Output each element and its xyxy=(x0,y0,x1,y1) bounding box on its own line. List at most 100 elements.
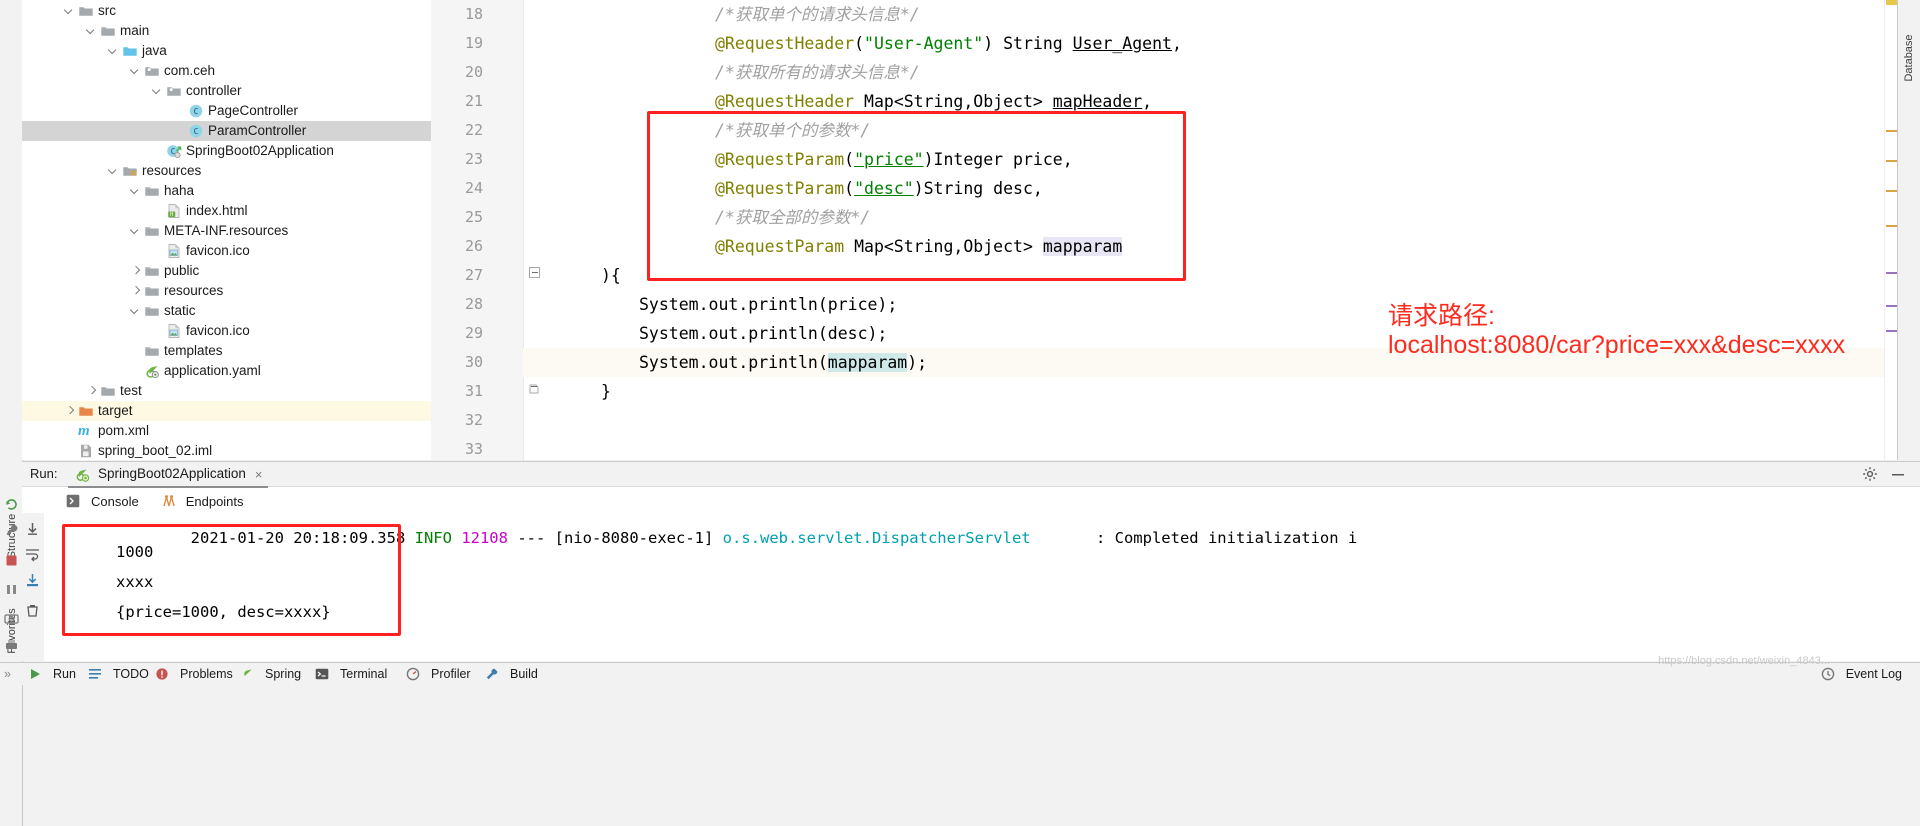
code-line[interactable]: ){ xyxy=(601,261,621,290)
status-expand-icon[interactable]: » xyxy=(4,663,11,685)
info-marker[interactable] xyxy=(1886,305,1897,307)
tree-item-target[interactable]: target xyxy=(22,401,431,421)
chevron-down-icon[interactable] xyxy=(130,66,141,77)
line-number[interactable]: 18 xyxy=(431,0,483,29)
tree-item-pom-xml[interactable]: m pom.xml xyxy=(22,421,431,441)
trash-icon[interactable] xyxy=(25,603,40,618)
code-editor[interactable]: 18/*获取单个的请求头信息*/19 @RequestHeader("User-A… xyxy=(431,0,1920,460)
tree-item-main[interactable]: main xyxy=(22,21,431,41)
tree-item-test[interactable]: test xyxy=(22,381,431,401)
line-number[interactable]: 32 xyxy=(431,406,483,435)
tree-item-haha[interactable]: haha xyxy=(22,181,431,201)
code-line[interactable]: @RequestParam Map<String,Object> mappara… xyxy=(715,232,1123,261)
code-line[interactable]: /*获取全部的参数*/ xyxy=(715,203,870,232)
status-todo[interactable]: TODO xyxy=(88,663,149,685)
code-line[interactable]: @RequestHeader("User-Agent") String User… xyxy=(715,29,1182,58)
console-output[interactable]: 2021-01-20 20:18:09.358 INFO 12108 --- [… xyxy=(44,513,1920,661)
info-marker[interactable] xyxy=(1886,272,1897,274)
code-line[interactable]: /*获取单个的请求头信息*/ xyxy=(715,0,920,29)
chevron-down-icon[interactable] xyxy=(86,26,97,37)
line-number[interactable]: 24 xyxy=(431,174,483,203)
code-line[interactable]: @RequestParam("desc")String desc, xyxy=(715,174,1043,203)
chevron-down-icon[interactable] xyxy=(130,186,141,197)
code-line[interactable]: System.out.println(desc); xyxy=(639,319,887,348)
tree-item-resources[interactable]: resources xyxy=(22,161,431,181)
console-left-gutter[interactable] xyxy=(22,513,44,661)
camera-icon[interactable] xyxy=(4,611,19,626)
fold-marker[interactable] xyxy=(529,267,540,278)
run-tool-window[interactable]: Run: SpringBoot02Application × Console E… xyxy=(22,461,1920,661)
line-number[interactable]: 27 xyxy=(431,261,483,290)
chevron-down-icon[interactable] xyxy=(64,6,75,17)
line-number[interactable]: 23 xyxy=(431,145,483,174)
settings-gear-icon[interactable] xyxy=(1862,466,1878,485)
code-line[interactable]: /*获取单个的参数*/ xyxy=(715,116,870,145)
line-number[interactable]: 20 xyxy=(431,58,483,87)
wrench-icon[interactable] xyxy=(4,523,19,538)
status-run[interactable]: Run xyxy=(28,663,76,685)
line-number[interactable]: 31 xyxy=(431,377,483,406)
tab-console[interactable]: Console xyxy=(66,494,139,509)
line-number[interactable]: 29 xyxy=(431,319,483,348)
top-marker[interactable] xyxy=(1886,0,1897,5)
line-number[interactable]: 28 xyxy=(431,290,483,319)
code-line[interactable]: @RequestParam("price")Integer price, xyxy=(715,145,1073,174)
chevron-down-icon[interactable] xyxy=(108,166,119,177)
status-build[interactable]: Build xyxy=(485,663,538,685)
status-event-log[interactable]: Event Log xyxy=(1821,663,1902,685)
print-icon[interactable] xyxy=(4,638,19,653)
tool-window-database[interactable]: Database xyxy=(1903,28,1915,88)
tree-item-application-yaml[interactable]: application.yaml xyxy=(22,361,431,381)
tree-item-public[interactable]: public xyxy=(22,261,431,281)
warning-marker[interactable] xyxy=(1886,160,1897,162)
warning-marker[interactable] xyxy=(1886,130,1897,132)
line-number[interactable]: 30 xyxy=(431,348,483,377)
chevron-right-icon[interactable] xyxy=(130,266,141,277)
stop-icon[interactable] xyxy=(4,553,19,568)
warning-marker[interactable] xyxy=(1886,190,1897,192)
tree-item-springboot02application[interactable]: C SpringBoot02Application xyxy=(22,141,431,161)
project-tree-panel[interactable]: src main java com.ceh controller C PageControl… xyxy=(22,0,432,460)
tree-item-templates[interactable]: templates xyxy=(22,341,431,361)
tree-item-src[interactable]: src xyxy=(22,1,431,21)
scroll-to-end-icon[interactable] xyxy=(25,521,40,536)
status-terminal[interactable]: Terminal xyxy=(315,663,387,685)
chevron-down-icon[interactable] xyxy=(152,86,163,97)
minimize-icon[interactable] xyxy=(1890,466,1906,485)
code-line[interactable]: System.out.println(mapparam); xyxy=(639,348,927,377)
code-line[interactable]: } xyxy=(601,377,611,406)
chevron-right-icon[interactable] xyxy=(86,386,97,397)
soft-wrap-icon[interactable] xyxy=(25,547,40,562)
chevron-down-icon[interactable] xyxy=(108,46,119,57)
pause-icon[interactable] xyxy=(4,582,19,597)
line-number[interactable]: 25 xyxy=(431,203,483,232)
tree-item-meta-inf-resources[interactable]: META-INF.resources xyxy=(22,221,431,241)
line-number[interactable]: 33 xyxy=(431,435,483,464)
line-number[interactable]: 22 xyxy=(431,116,483,145)
chevron-right-icon[interactable] xyxy=(130,286,141,297)
tab-endpoints[interactable]: Endpoints xyxy=(161,494,244,509)
export-icon[interactable] xyxy=(25,573,40,588)
tree-item-controller[interactable]: controller xyxy=(22,81,431,101)
tree-item-paramcontroller[interactable]: C ParamController xyxy=(22,121,431,141)
tree-item-favicon-ico[interactable]: favicon.ico xyxy=(22,241,431,261)
status-profiler[interactable]: Profiler xyxy=(406,663,471,685)
line-number[interactable]: 21 xyxy=(431,87,483,116)
chevron-right-icon[interactable] xyxy=(64,406,75,417)
warning-marker[interactable] xyxy=(1886,225,1897,227)
fold-end-marker[interactable] xyxy=(529,382,539,394)
tree-item-resources[interactable]: resources xyxy=(22,281,431,301)
tree-item-pagecontroller[interactable]: C PageController xyxy=(22,101,431,121)
tree-item-java[interactable]: java xyxy=(22,41,431,61)
tree-item-static[interactable]: static xyxy=(22,301,431,321)
code-line[interactable]: /*获取所有的请求头信息*/ xyxy=(715,58,920,87)
close-icon[interactable]: × xyxy=(255,467,263,482)
tree-item-com-ceh[interactable]: com.ceh xyxy=(22,61,431,81)
chevron-down-icon[interactable] xyxy=(130,226,141,237)
console-tab-bar[interactable]: Console Endpoints xyxy=(66,489,244,513)
line-number[interactable]: 26 xyxy=(431,232,483,261)
status-spring[interactable]: Spring xyxy=(240,663,301,685)
tree-item-index-html[interactable]: Hindex.html xyxy=(22,201,431,221)
tree-item-spring-boot-02-iml[interactable]: spring_boot_02.iml xyxy=(22,441,431,460)
tree-item-favicon-ico[interactable]: favicon.ico xyxy=(22,321,431,341)
